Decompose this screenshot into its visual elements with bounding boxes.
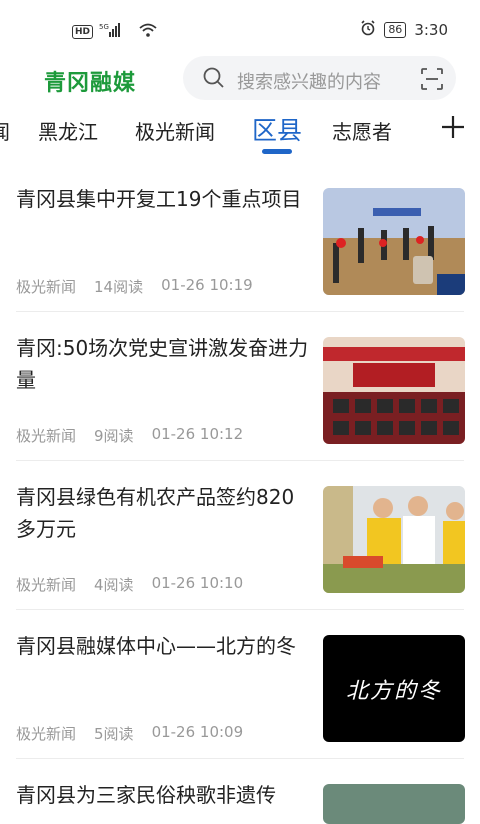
news-source: 极光新闻 — [16, 427, 77, 445]
tab-heilongjiang[interactable]: 黑龙江 — [38, 116, 98, 145]
news-title: 青冈县融媒体中心——北方的冬 — [16, 634, 296, 658]
news-thumbnail — [323, 188, 465, 295]
news-meta: 极光新闻 14阅读 01-26 10:19 — [16, 276, 253, 297]
news-time: 01-26 10:12 — [151, 425, 244, 443]
active-tab-indicator — [262, 149, 292, 154]
tab-volunteer[interactable]: 志愿者 — [332, 116, 392, 145]
clock: 3:30 — [414, 21, 448, 39]
tab-jiguang-news[interactable]: 极光新闻 — [135, 116, 215, 145]
news-item[interactable]: 青冈县集中开复工19个重点项目 极光新闻 14阅读 01-26 10:19 — [0, 163, 480, 312]
network-label: 5G — [99, 23, 109, 31]
news-meta: 极光新闻 5阅读 01-26 10:09 — [16, 723, 243, 744]
news-time: 01-26 10:19 — [161, 276, 253, 294]
search-bar[interactable]: 搜索感兴趣的内容 — [183, 56, 456, 100]
news-reads: 9阅读 — [94, 427, 134, 445]
add-channel-icon[interactable] — [441, 115, 465, 144]
signal-icon: 5G — [99, 22, 133, 42]
alarm-icon — [360, 20, 376, 40]
news-thumbnail — [323, 337, 465, 444]
news-title: 青冈:50场次党史宣讲激发奋进力量 — [16, 336, 309, 392]
news-meta: 极光新闻 4阅读 01-26 10:10 — [16, 574, 243, 595]
news-time: 01-26 10:09 — [151, 723, 244, 741]
tab-county[interactable]: 区县 — [252, 111, 302, 147]
news-reads: 4阅读 — [94, 576, 134, 594]
news-meta: 极光新闻 9阅读 01-26 10:12 — [16, 425, 243, 446]
news-source: 极光新闻 — [16, 278, 77, 296]
news-item[interactable]: 青冈县融媒体中心——北方的冬 极光新闻 5阅读 01-26 10:09 北方的冬 — [0, 610, 480, 759]
news-title: 青冈县为三家民俗秧歌非遗传 — [16, 783, 276, 807]
news-reads: 5阅读 — [94, 725, 134, 743]
news-thumbnail: 北方的冬 — [323, 635, 465, 742]
tab-news-partial[interactable]: 闻 — [0, 116, 10, 145]
search-placeholder: 搜索感兴趣的内容 — [237, 72, 381, 93]
news-reads: 14阅读 — [94, 278, 144, 296]
channel-tabs: 闻 黑龙江 极光新闻 区县 志愿者 — [0, 108, 480, 158]
scan-icon[interactable] — [421, 68, 443, 90]
app-header: 青冈融媒 搜索感兴趣的内容 — [0, 52, 480, 104]
news-title: 青冈县集中开复工19个重点项目 — [16, 187, 302, 211]
app-logo: 青冈融媒 — [44, 71, 137, 96]
wifi-icon — [139, 23, 157, 41]
news-thumbnail — [323, 486, 465, 593]
thumbnail-caption: 北方的冬 — [345, 679, 442, 704]
news-thumbnail — [323, 784, 465, 824]
battery-indicator: 86 — [384, 22, 407, 38]
news-time: 01-26 10:10 — [151, 574, 244, 592]
hd-badge: HD — [72, 25, 94, 39]
news-item[interactable]: 青冈:50场次党史宣讲激发奋进力量 极光新闻 9阅读 01-26 10:12 — [0, 312, 480, 461]
news-item[interactable]: 青冈县绿色有机农产品签约820多万元 极光新闻 4阅读 01-26 10:10 — [0, 461, 480, 610]
news-source: 极光新闻 — [16, 576, 77, 594]
search-icon — [203, 67, 224, 88]
status-bar: HD 5G 86 3:30 — [0, 0, 480, 48]
news-item[interactable]: 青冈县为三家民俗秧歌非遗传 — [0, 759, 480, 824]
news-source: 极光新闻 — [16, 725, 77, 743]
news-title: 青冈县绿色有机农产品签约820多万元 — [16, 485, 295, 541]
